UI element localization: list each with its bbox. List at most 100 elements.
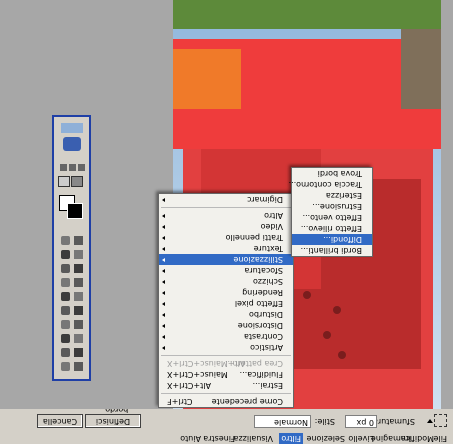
filter-menu-item[interactable]: Schizzo — [159, 276, 293, 287]
filter-menu-item[interactable]: Come precedente Ctrl+F — [159, 396, 293, 407]
stamp-icon[interactable] — [74, 292, 83, 301]
screen-mode-icon[interactable] — [69, 164, 76, 171]
sfumatura-input[interactable]: 0 px — [345, 415, 377, 428]
foreground-color-swatch[interactable] — [67, 203, 83, 219]
stilizzazione-item[interactable]: Effetto rilievo... — [292, 223, 372, 234]
menu-aiuto[interactable]: Aiuto — [180, 434, 201, 443]
stile-value: Normale — [274, 418, 308, 427]
stilizzazione-item[interactable]: Effetto vento... — [292, 212, 372, 223]
menu-filtro[interactable]: Filtro — [279, 433, 303, 444]
menu-item-label: Effetto pixel — [234, 299, 283, 308]
history-brush-icon[interactable] — [61, 306, 70, 315]
stilizzazione-item[interactable]: Estrusione... — [292, 201, 372, 212]
pencil-icon[interactable] — [61, 278, 70, 287]
menu-item-shortcut: Alt+Ctrl+X — [167, 381, 211, 390]
photo-window-3 — [333, 306, 341, 314]
menu-immagine[interactable]: Immagine — [371, 434, 411, 443]
stile-select[interactable]: Normale — [254, 415, 311, 428]
submenu-arrow-icon — [162, 335, 165, 339]
filter-menu-item[interactable]: Stilizzazione — [159, 254, 293, 265]
submenu-arrow-icon — [162, 313, 165, 317]
submenu-arrow-icon — [162, 280, 165, 284]
standard-mode-icon[interactable] — [71, 176, 83, 187]
stilizzazione-item[interactable]: Esterizza — [292, 190, 372, 201]
wand-icon[interactable] — [61, 250, 70, 259]
submenu-arrow-icon — [162, 198, 165, 202]
filter-menu-item[interactable]: Altro — [159, 210, 293, 221]
slice-icon[interactable] — [74, 264, 83, 273]
move-icon[interactable] — [61, 236, 70, 245]
zoom-icon[interactable] — [61, 362, 70, 371]
stilizzazione-item[interactable]: Trova bordi — [292, 168, 372, 179]
filter-menu-item[interactable]: Artistico — [159, 342, 293, 353]
jump-to-imageready-icon[interactable] — [63, 137, 81, 151]
filter-menu-item[interactable]: Fluidifica... Maiusc+Ctrl+X — [159, 369, 293, 380]
filter-menu: Come precedente Ctrl+F Estrai... Alt+Ctrl+X… — [158, 193, 294, 408]
menu-item-label: Schizzo — [252, 277, 283, 286]
options-bar: Sfumatura: 0 px Stile: Normale Definisci… — [0, 405, 453, 432]
submenu-arrow-icon — [162, 302, 165, 306]
tool-preset-arrow-icon[interactable] — [427, 419, 433, 423]
filter-menu-item[interactable]: Estrai... Alt+Ctrl+X — [159, 380, 293, 391]
photo-window-2 — [323, 331, 331, 339]
workspace: Come precedente Ctrl+F Estrai... Alt+Ctrl+X… — [0, 0, 453, 409]
menu-item-label: Estrai... — [252, 381, 283, 390]
text-icon[interactable] — [61, 348, 70, 357]
filter-menu-item[interactable]: Video — [159, 221, 293, 232]
eyedropper-icon[interactable] — [74, 334, 83, 343]
sfumatura-value: 0 px — [356, 418, 374, 427]
filter-menu-item[interactable]: Effetto pixel — [159, 298, 293, 309]
filter-menu-item[interactable]: Rendering — [159, 287, 293, 298]
filter-menu-item[interactable]: Tratti pennello — [159, 232, 293, 243]
submenu-arrow-icon — [162, 258, 165, 262]
filter-menu-item[interactable]: Sfocatura — [159, 265, 293, 276]
menu-visualizza[interactable]: Visualizza — [234, 434, 273, 443]
filter-menu-item[interactable]: Disturbo — [159, 309, 293, 320]
menu-item-label: Rendering — [242, 288, 283, 297]
stile-label: Stile: — [314, 417, 335, 426]
menu-livello[interactable]: Livello — [348, 434, 374, 443]
menu-separator — [161, 393, 291, 394]
submenu-arrow-icon — [162, 291, 165, 295]
screen-mode-icon[interactable] — [60, 164, 67, 171]
hand-icon[interactable] — [74, 362, 83, 371]
screen-mode-icon[interactable] — [78, 164, 85, 171]
eraser-icon[interactable] — [74, 306, 83, 315]
definisci-bordo-button[interactable]: Definisci bordo... — [85, 405, 141, 428]
menu-item-label: Disturbo — [248, 310, 283, 319]
menu-item-shortcut: Ctrl+F — [167, 397, 193, 406]
menu-item-label: Distorsione — [237, 321, 283, 330]
stilizzazione-submenu: Bordi brillanti... Diffondi... Effetto ril… — [289, 167, 373, 257]
lasso-icon[interactable] — [74, 250, 83, 259]
filter-menu-item: Crea pattern... Alt+Maiusc+Ctrl+X — [159, 358, 293, 369]
shape-icon[interactable] — [61, 334, 70, 343]
crop-icon[interactable] — [61, 264, 70, 273]
marquee-tool-icon[interactable] — [434, 414, 447, 427]
stilizzazione-item[interactable]: Diffondi... — [292, 234, 372, 245]
submenu-arrow-icon — [162, 324, 165, 328]
menu-finestra[interactable]: Finestra — [203, 434, 235, 443]
menu-item-label: Sfocatura — [244, 266, 284, 275]
filter-menu-item[interactable]: Digimarc — [159, 194, 293, 205]
pen-icon[interactable] — [74, 348, 83, 357]
quick-mask-mode-icon[interactable] — [58, 176, 70, 187]
photo-window-4 — [303, 291, 311, 299]
brush-icon[interactable] — [74, 278, 83, 287]
submenu-arrow-icon — [162, 269, 165, 273]
marquee-icon[interactable] — [74, 236, 83, 245]
toolbox-tools — [54, 117, 89, 379]
filter-menu-item[interactable]: Contrasta — [159, 331, 293, 342]
menu-selezione[interactable]: Selezione — [307, 434, 345, 443]
cancella-button[interactable]: Cancella — [37, 414, 83, 428]
menu-item-shortcut: Alt+Maiusc+Ctrl+X — [167, 359, 246, 368]
gradient-icon[interactable] — [74, 320, 83, 329]
photo-orange-stain — [173, 49, 241, 109]
filter-menu-item[interactable]: Texture — [159, 243, 293, 254]
filter-menu-item[interactable]: Distorsione — [159, 320, 293, 331]
healing-icon[interactable] — [61, 292, 70, 301]
menu-item-label: Digimarc — [247, 195, 283, 204]
dodge-icon[interactable] — [61, 320, 70, 329]
stilizzazione-item[interactable]: Traccia contorno... — [289, 179, 372, 190]
stilizzazione-item[interactable]: Bordi brillanti... — [292, 245, 372, 256]
menu-file[interactable]: File — [434, 434, 447, 443]
